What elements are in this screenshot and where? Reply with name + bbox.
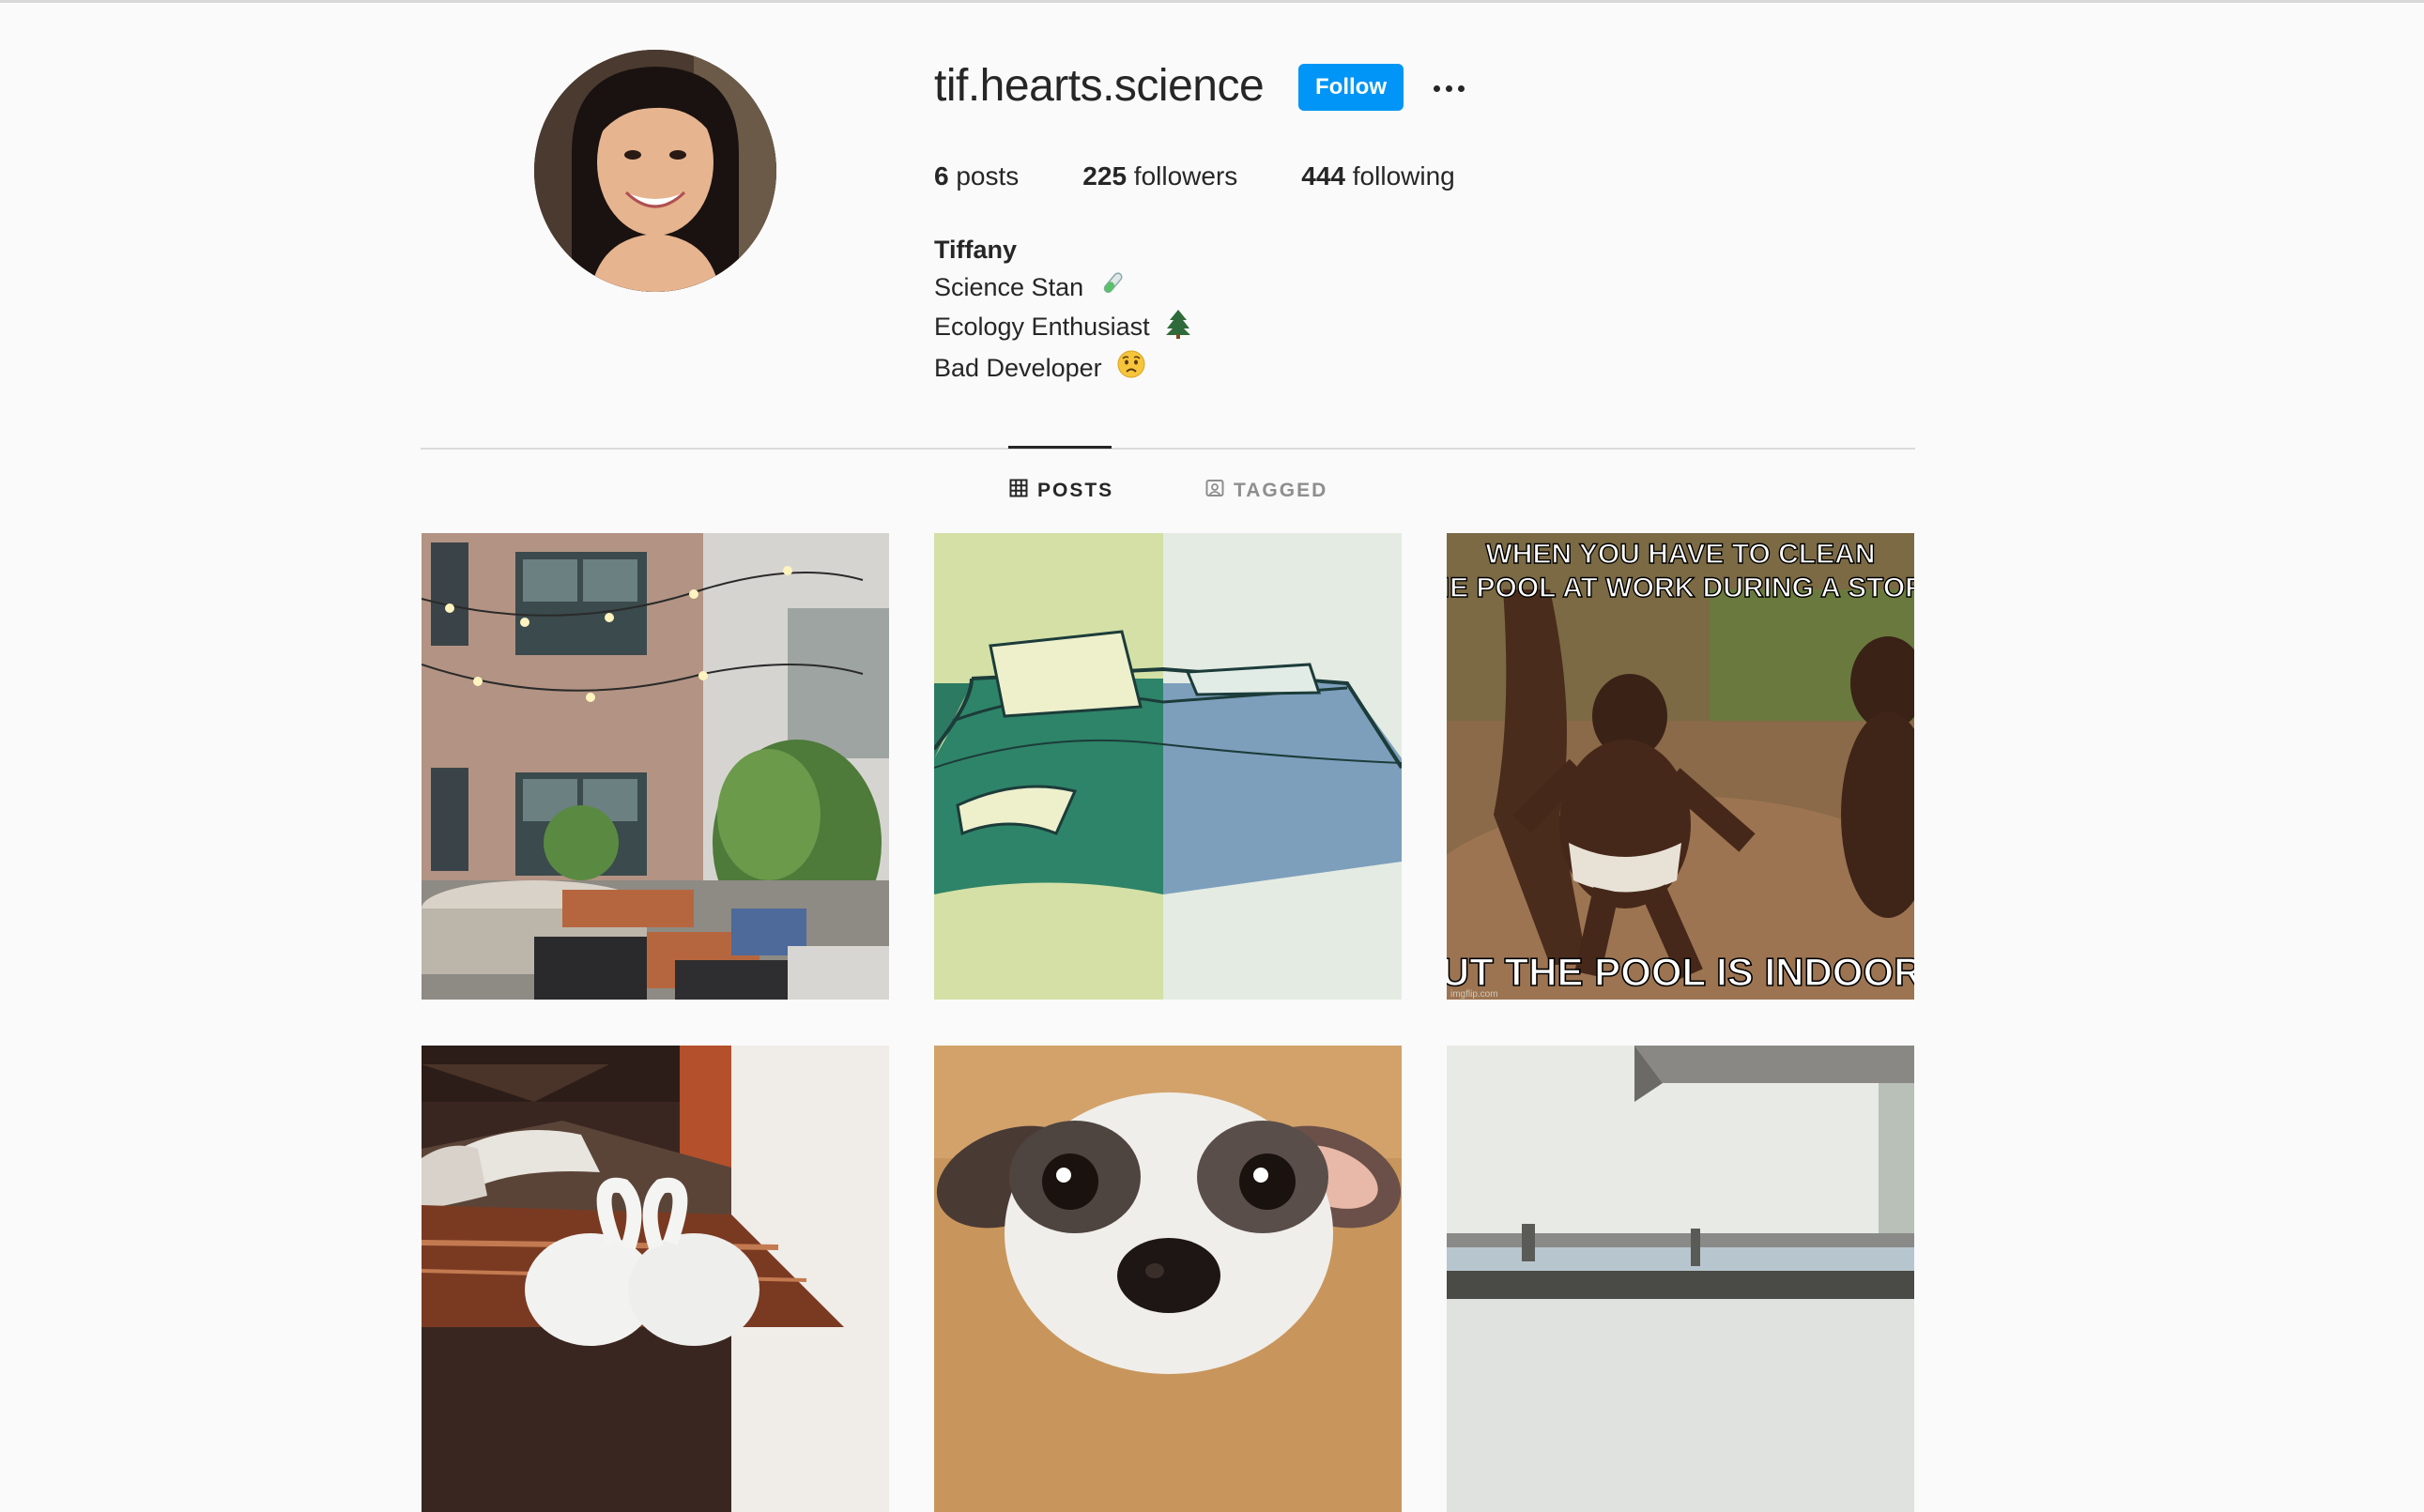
followers-stat[interactable]: 225 followers — [1082, 161, 1237, 191]
followers-label: followers — [1133, 161, 1238, 191]
post-tile[interactable] — [422, 533, 889, 1000]
harbor-balcony-photo — [1447, 1046, 1914, 1512]
follow-button[interactable]: Follow — [1298, 64, 1404, 111]
meme-top-line-2: THE POOL AT WORK DURING A STORM — [1447, 573, 1914, 603]
tab-posts[interactable]: POSTS — [1009, 479, 1113, 503]
section-divider — [421, 448, 1915, 450]
posts-stat: 6 posts — [934, 161, 1019, 191]
followers-count: 225 — [1082, 161, 1128, 191]
bio-line-text: Ecology Enthusiast — [934, 313, 1150, 342]
meme-bottom-text: BUT THE POOL IS INDOORS — [1447, 950, 1914, 994]
hotel-bed-swans-photo — [422, 1046, 889, 1512]
more-options-icon[interactable] — [1425, 69, 1472, 107]
bio-line: Ecology Enthusiast — [934, 308, 1192, 348]
meme-watermark: imgflip.com — [1450, 989, 1498, 1000]
evergreen-tree-icon — [1164, 309, 1192, 349]
profile-avatar[interactable] — [534, 50, 776, 292]
post-tile[interactable] — [422, 1046, 889, 1512]
posts-count: 6 — [934, 161, 949, 191]
tab-tagged[interactable]: TAGGED — [1205, 479, 1327, 503]
following-count: 444 — [1301, 161, 1345, 191]
courtyard-photo — [422, 533, 889, 1000]
bio-line: Bad Developer — [934, 349, 1192, 389]
meme-image: WHEN YOU HAVE TO CLEAN THE POOL AT WORK … — [1447, 533, 1914, 1000]
dog-closeup-photo — [934, 1046, 1402, 1512]
post-tile[interactable] — [934, 1046, 1402, 1512]
bio-line: Science Stan — [934, 268, 1192, 308]
grid-icon — [1009, 479, 1028, 503]
test-tube-icon — [1098, 269, 1127, 308]
meme-top-line-1: WHEN YOU HAVE TO CLEAN — [1485, 539, 1875, 570]
profile-stats: 6 posts 225 followers 444 following — [934, 161, 1519, 191]
tagged-person-icon — [1205, 479, 1224, 503]
post-tile[interactable] — [1447, 1046, 1914, 1512]
bio-line-text: Bad Developer — [934, 353, 1102, 382]
tab-posts-label: POSTS — [1037, 480, 1114, 501]
posts-label: posts — [956, 161, 1020, 191]
post-tile[interactable] — [934, 533, 1402, 1000]
profile-username: tif.hearts.science — [934, 61, 1265, 111]
post-tile[interactable]: WHEN YOU HAVE TO CLEAN THE POOL AT WORK … — [1447, 533, 1914, 1000]
active-tab-indicator — [1008, 446, 1112, 449]
profile-full-name: Tiffany — [934, 236, 1018, 264]
bio-line-text: Science Stan — [934, 273, 1084, 301]
profile-bio: Tiffany Science Stan Ecology Enthusiast … — [934, 231, 1192, 389]
worried-face-icon — [1116, 349, 1146, 389]
bed-illustration — [934, 533, 1402, 1000]
tab-tagged-label: TAGGED — [1234, 480, 1328, 501]
top-border — [0, 0, 2424, 3]
following-stat[interactable]: 444 following — [1301, 161, 1454, 191]
following-label: following — [1352, 161, 1455, 191]
